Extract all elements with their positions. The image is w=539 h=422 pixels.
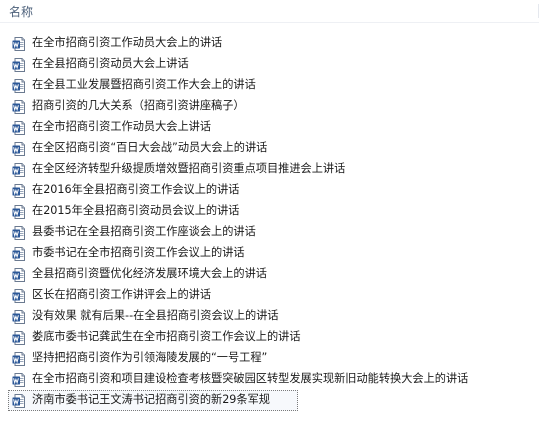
file-name: 在2016年全县招商引资工作会议上的讲话 [32,183,240,196]
file-row[interactable]: 坚持把招商引资作为引领海陵发展的“一号工程” [8,348,536,369]
file-name: 在全县工业发展暨招商引资工作大会上的讲话 [32,78,256,91]
file-row[interactable]: 县委书记在全县招商引资工作座谈会上的讲话 [8,222,536,243]
word-document-icon [11,162,27,178]
file-row[interactable]: 在全县工业发展暨招商引资工作大会上的讲话 [8,75,536,96]
file-row[interactable]: 招商引资的几大关系（招商引资讲座稿子） [8,96,536,117]
file-name: 没有效果 就有后果--在全县招商引资会议上的讲话 [32,309,279,322]
file-name: 县委书记在全县招商引资工作座谈会上的讲话 [32,225,256,238]
file-name: 济南市委书记王文涛书记招商引资的新29条军规 [32,393,270,406]
word-document-icon [11,309,27,325]
file-name: 在全县招商引资动员大会上讲话 [32,57,189,70]
word-document-icon [11,120,27,136]
file-name: 在全市招商引资工作动员大会上讲话 [32,120,212,133]
word-document-icon [11,36,27,52]
file-name: 在2015年全县招商引资动员会议上的讲话 [32,204,240,217]
file-row[interactable]: 在全市招商引资和项目建设检查考核暨突破园区转型发展实现新旧动能转换大会上的讲话 [8,369,536,390]
file-row[interactable]: 在全区经济转型升级提质增效暨招商引资重点项目推进会上讲话 [8,159,536,180]
file-row[interactable]: 没有效果 就有后果--在全县招商引资会议上的讲话 [8,306,536,327]
word-document-icon [11,246,27,262]
word-document-icon [11,267,27,283]
file-name: 全县招商引资暨优化经济发展环境大会上的讲话 [32,267,267,280]
file-row[interactable]: 在2015年全县招商引资动员会议上的讲话 [8,201,536,222]
file-row[interactable]: 在全市招商引资工作动员大会上的讲话 [8,33,536,54]
file-name: 在全市招商引资工作动员大会上的讲话 [32,36,223,49]
file-row[interactable]: 全县招商引资暨优化经济发展环境大会上的讲话 [8,264,536,285]
word-document-icon [11,372,27,388]
file-explorer-pane: 名称 在全市招商引资工作动员大会上的讲话 在全县招商引资动员大会上讲话 在全县工… [0,0,539,422]
file-row[interactable]: 娄底市委书记龚武生在全市招商引资工作会议上的讲话 [8,327,536,348]
word-document-icon [11,288,27,304]
file-name: 娄底市委书记龚武生在全市招商引资工作会议上的讲话 [32,330,301,343]
file-name: 招商引资的几大关系（招商引资讲座稿子） [32,99,245,112]
column-header-bar: 名称 [0,0,539,23]
word-document-icon [11,351,27,367]
file-row[interactable]: 济南市委书记王文涛书记招商引资的新29条军规 [8,390,298,411]
file-name: 区长在招商引资工作讲评会上的讲话 [32,288,212,301]
word-document-icon [11,78,27,94]
file-row[interactable]: 在全市招商引资工作动员大会上讲话 [8,117,536,138]
file-row[interactable]: 在全区招商引资“百日大会战”动员大会上的讲话 [8,138,536,159]
file-name: 坚持把招商引资作为引领海陵发展的“一号工程” [32,351,268,364]
file-name: 市委书记在全市招商引资工作会议上的讲话 [32,246,245,259]
word-document-icon [11,99,27,115]
file-list: 在全市招商引资工作动员大会上的讲话 在全县招商引资动员大会上讲话 在全县工业发展… [0,33,539,411]
word-document-icon [11,57,27,73]
word-document-icon [11,183,27,199]
file-row[interactable]: 在2016年全县招商引资工作会议上的讲话 [8,180,536,201]
file-name: 在全市招商引资和项目建设检查考核暨突破园区转型发展实现新旧动能转换大会上的讲话 [32,372,469,385]
word-document-icon [11,330,27,346]
word-document-icon [11,204,27,220]
word-document-icon [11,393,27,409]
file-row[interactable]: 在全县招商引资动员大会上讲话 [8,54,536,75]
file-name: 在全区招商引资“百日大会战”动员大会上的讲话 [32,141,268,154]
word-document-icon [11,225,27,241]
word-document-icon [11,141,27,157]
column-header-name[interactable]: 名称 [9,3,33,20]
file-row[interactable]: 区长在招商引资工作讲评会上的讲话 [8,285,536,306]
file-row[interactable]: 市委书记在全市招商引资工作会议上的讲话 [8,243,536,264]
file-name: 在全区经济转型升级提质增效暨招商引资重点项目推进会上讲话 [32,162,346,175]
